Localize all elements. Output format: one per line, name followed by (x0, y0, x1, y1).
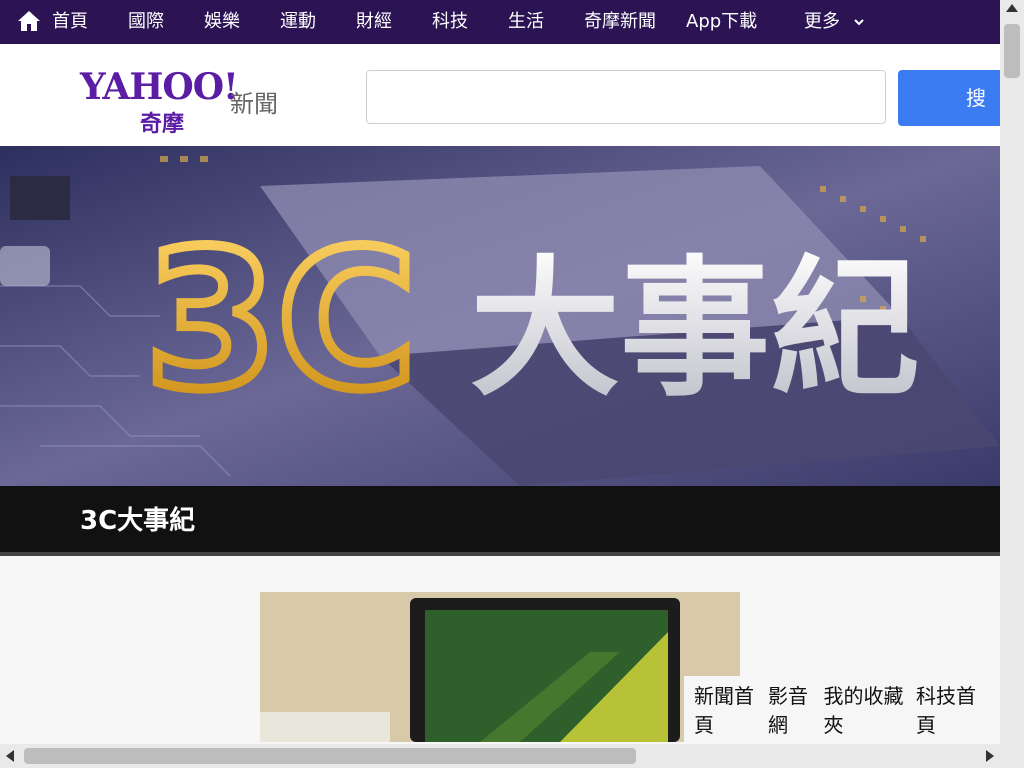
section-title-bar: 3C大事紀 (0, 486, 1000, 552)
search-button[interactable]: 搜尋 (898, 70, 1008, 166)
horizontal-scrollbar[interactable] (0, 744, 1000, 768)
nav-more-label: 更多 (804, 11, 840, 32)
nav-item-more[interactable]: 更多 (804, 0, 864, 44)
logo-yahoo-text: YAHOO! (80, 66, 239, 108)
article-thumbnail[interactable] (260, 592, 740, 742)
logo-news-text: 新聞 (230, 90, 278, 118)
nav-item-sports[interactable]: 運動 (280, 0, 316, 44)
logo-sub-text: 奇摩 (140, 112, 185, 137)
nav-item-app-download[interactable]: App下載 (686, 0, 757, 44)
vertical-scroll-thumb[interactable] (1004, 24, 1020, 78)
nav-item-international[interactable]: 國際 (128, 0, 164, 44)
chevron-down-icon (854, 19, 864, 26)
link-news-home[interactable]: 新聞首頁 (694, 680, 768, 738)
horizontal-scroll-thumb[interactable] (24, 748, 636, 764)
scroll-right-icon[interactable] (986, 750, 994, 762)
banner-title-graphic-text: 大事紀 (470, 243, 920, 417)
link-tech-home[interactable]: 科技首頁 (916, 680, 990, 738)
home-icon[interactable] (16, 8, 42, 34)
link-video[interactable]: 影音網 (768, 680, 824, 738)
section-title: 3C大事紀 (80, 506, 196, 536)
nav-item-home[interactable]: 首頁 (52, 0, 88, 44)
nav-item-yahoo-news[interactable]: 奇摩新聞 (584, 0, 656, 44)
nav-item-life[interactable]: 生活 (508, 0, 544, 44)
vertical-scrollbar[interactable] (1000, 0, 1024, 744)
nav-item-tech[interactable]: 科技 (432, 0, 468, 44)
banner-image: 3C 大事紀 (0, 146, 1000, 486)
top-navigation: 首頁 國際 娛樂 運動 財經 科技 生活 奇摩新聞 App下載 更多 (0, 0, 1000, 44)
yahoo-logo[interactable]: YAHOO! 奇摩 新聞 (80, 66, 290, 137)
nav-item-entertainment[interactable]: 娛樂 (204, 0, 240, 44)
floating-link-bar: 新聞首頁 影音網 我的收藏夾 科技首頁 (684, 676, 1000, 742)
link-my-favorites[interactable]: 我的收藏夾 (824, 680, 917, 738)
scroll-up-icon[interactable] (1006, 4, 1018, 12)
banner-3c-text: 3C (145, 210, 417, 431)
nav-item-finance[interactable]: 財經 (356, 0, 392, 44)
laptop-image (260, 592, 740, 742)
banner-graphic: 3C 大事紀 (0, 146, 1000, 486)
site-header: YAHOO! 奇摩 新聞 搜尋 (0, 44, 1008, 166)
scroll-left-icon[interactable] (6, 750, 14, 762)
scrollbar-corner (1000, 744, 1024, 768)
search-input[interactable] (366, 70, 886, 124)
